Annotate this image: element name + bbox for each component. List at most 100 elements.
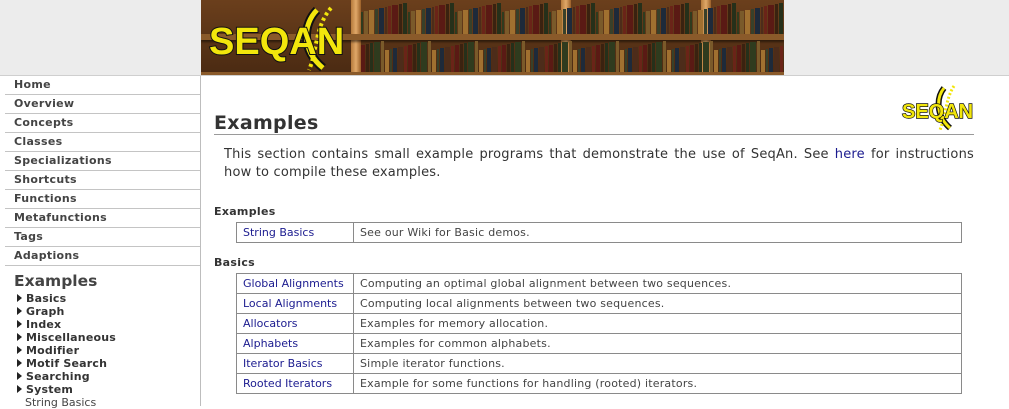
book-spine <box>507 44 510 72</box>
example-link[interactable]: Global Alignments <box>243 277 344 290</box>
book-spine <box>662 41 666 72</box>
sidebar-subitem-searching[interactable]: Searching <box>17 370 200 383</box>
sidebar-item-classes[interactable]: Classes <box>5 133 200 152</box>
book-spine <box>646 11 650 34</box>
sidebar-item-concepts[interactable]: Concepts <box>5 114 200 133</box>
example-link[interactable]: Rooted Iterators <box>243 377 332 390</box>
book-spine <box>695 44 698 72</box>
book-spine <box>733 46 736 72</box>
sidebar-item-specializations[interactable]: Specializations <box>5 152 200 171</box>
book-spine <box>690 12 693 34</box>
sidebar-item-functions[interactable]: Functions <box>5 190 200 209</box>
example-link[interactable]: Local Alignments <box>243 297 337 310</box>
book-spine <box>643 45 648 72</box>
book-spine <box>422 9 426 34</box>
expand-triangle-icon[interactable] <box>17 320 22 328</box>
book-spine <box>538 47 545 72</box>
book-spine <box>693 11 697 34</box>
book-spine <box>502 45 507 72</box>
example-description: Examples for common alphabets. <box>353 333 962 354</box>
intro-text: This section contains small example prog… <box>224 147 835 162</box>
example-link[interactable]: Iterator Basics <box>243 357 323 370</box>
title-divider <box>214 134 974 135</box>
example-link[interactable]: Alphabets <box>243 337 298 350</box>
sidebar-item-shortcuts[interactable]: Shortcuts <box>5 171 200 190</box>
book-spine <box>415 10 422 34</box>
expand-triangle-icon[interactable] <box>17 385 22 393</box>
sidebar-subitem-graph[interactable]: Graph <box>17 305 200 318</box>
book-spine <box>549 12 552 34</box>
book-spine <box>648 44 651 72</box>
book-spine <box>393 48 397 72</box>
book-spine <box>473 8 478 34</box>
book-spine <box>557 43 562 72</box>
sidebar-item-overview[interactable]: Overview <box>5 95 200 114</box>
book-spine <box>614 8 619 34</box>
book-spine <box>742 44 745 72</box>
book-spine <box>751 9 755 34</box>
book-spine <box>408 45 413 72</box>
sidebar-subitem-index[interactable]: Index <box>17 318 200 331</box>
book-spine <box>590 3 595 34</box>
sidebar-item-adaptions[interactable]: Adaptions <box>5 247 200 266</box>
seqan-logo[interactable]: SEQAN <box>205 6 375 72</box>
sidebar-item-metafunctions[interactable]: Metafunctions <box>5 209 200 228</box>
book-spine <box>413 44 416 72</box>
book-spine <box>585 47 592 72</box>
book-spine <box>763 6 768 34</box>
expand-triangle-icon[interactable] <box>17 372 22 380</box>
book-spine <box>575 6 580 34</box>
book-spine <box>639 46 642 72</box>
book-spine <box>436 49 440 72</box>
book-spine <box>713 50 718 72</box>
sidebar-subitem-basics[interactable]: Basics <box>17 292 200 305</box>
book-spine <box>674 5 680 34</box>
book-spine <box>586 4 590 34</box>
expand-triangle-icon[interactable] <box>17 333 22 341</box>
section-heading-examples: Examples <box>214 205 276 218</box>
sidebar-subitem-miscellaneous[interactable]: Miscellaneous <box>17 331 200 344</box>
book-spine <box>481 6 486 34</box>
book-spine <box>520 8 525 34</box>
here-link[interactable]: here <box>835 147 865 162</box>
sidebar-current-leaf[interactable]: String Basics <box>25 396 200 409</box>
expand-triangle-icon[interactable] <box>17 346 22 354</box>
book-spine <box>580 5 586 34</box>
table-row: Rooted Iterators Example for some functio… <box>236 373 962 394</box>
book-spine <box>505 11 509 34</box>
book-spine <box>601 44 604 72</box>
seqan-small-logo: SEQAN <box>901 85 974 131</box>
example-name-cell: Iterator Basics <box>236 353 354 374</box>
example-link[interactable]: String Basics <box>243 226 314 239</box>
book-spine <box>468 42 474 72</box>
expand-triangle-icon[interactable] <box>17 359 22 367</box>
book-spine <box>657 9 661 34</box>
example-name-cell: Local Alignments <box>236 293 354 314</box>
sidebar-item-home[interactable]: Home <box>5 76 200 95</box>
book-spine <box>737 12 740 34</box>
example-description: Examples for memory allocation. <box>353 313 962 334</box>
sidebar-subitem-modifier[interactable]: Modifier <box>17 344 200 357</box>
book-spine <box>444 47 451 72</box>
example-link[interactable]: Allocators <box>243 317 297 330</box>
book-spine <box>760 7 763 34</box>
sidebar-subitem-system[interactable]: System <box>17 383 200 396</box>
sidebar-item-tags[interactable]: Tags <box>5 228 200 247</box>
book-spine <box>416 43 421 72</box>
example-description: Example for some functions for handling … <box>353 373 962 394</box>
book-spine <box>498 46 501 72</box>
book-spine <box>460 44 463 72</box>
expand-triangle-icon[interactable] <box>17 307 22 315</box>
book-spine <box>773 47 780 72</box>
expand-triangle-icon[interactable] <box>17 294 22 302</box>
sidebar-subitem-label: Miscellaneous <box>26 331 117 344</box>
book-spine <box>496 3 501 34</box>
book-spine <box>440 48 444 72</box>
book-spine <box>554 44 557 72</box>
sidebar-subitem-motif-search[interactable]: Motif Search <box>17 357 200 370</box>
book-spine <box>521 41 525 72</box>
table-row: Allocators Examples for memory allocation… <box>236 313 962 334</box>
book-spine <box>516 9 520 34</box>
book-spine <box>562 42 568 72</box>
book-spine <box>737 45 742 72</box>
